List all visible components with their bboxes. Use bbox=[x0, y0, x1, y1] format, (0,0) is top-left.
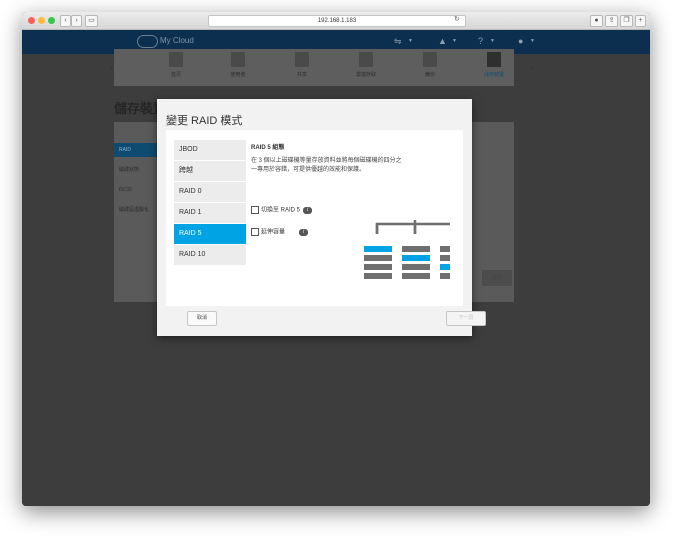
nav-item-home[interactable]: 首頁 bbox=[146, 52, 206, 78]
disk-1-data-block-2 bbox=[364, 264, 392, 270]
disk-2 bbox=[402, 246, 430, 279]
raid-option-raid10[interactable]: RAID 10 bbox=[174, 245, 246, 265]
nav-item-cloud-access[interactable]: 雲端存取 bbox=[336, 52, 396, 78]
raid-mode-list: JBOD 跨越 RAID 0 RAID 1 RAID 5 RAID 10 bbox=[174, 140, 246, 266]
nav-label-cloud-access: 雲端存取 bbox=[355, 72, 376, 78]
disk-2-parity-block bbox=[402, 255, 430, 261]
reload-icon[interactable]: ↻ bbox=[454, 15, 460, 23]
sidebar-toggle-icon[interactable]: ▭ bbox=[85, 15, 98, 27]
main-nav: ‹ 首頁 使用者 共享 雲端存取 備份 儲存裝置 › bbox=[110, 49, 533, 86]
storage-icon bbox=[487, 52, 501, 67]
share-icon[interactable]: ⇪ bbox=[605, 15, 618, 27]
nav-label-storage: 儲存裝置 bbox=[483, 72, 504, 78]
chevron-down-icon[interactable]: ▼ bbox=[490, 38, 495, 44]
disk-3-data-block-3 bbox=[440, 273, 450, 279]
forward-icon[interactable]: › bbox=[71, 15, 82, 27]
raid-option-raid0[interactable]: RAID 0 bbox=[174, 182, 246, 202]
sidebar-item-disk-status[interactable]: 磁碟狀態 bbox=[114, 163, 161, 177]
expand-capacity-checkbox[interactable] bbox=[251, 228, 259, 236]
downloads-icon[interactable]: ● bbox=[590, 15, 603, 27]
nav-label-shares: 共享 bbox=[296, 72, 307, 78]
nav-label-users: 使用者 bbox=[230, 72, 246, 78]
new-tab-icon[interactable]: + bbox=[635, 15, 646, 27]
chevron-down-icon[interactable]: ▼ bbox=[530, 38, 535, 44]
disk-3 bbox=[440, 246, 450, 279]
expand-capacity-label: 延伸容量 bbox=[261, 229, 286, 236]
switch-raid5-label: 切換至 RAID 5 bbox=[261, 207, 301, 214]
sidebar-item-volume-virtualization[interactable]: 磁碟區虛擬化 bbox=[114, 203, 161, 217]
sidebar-item-raid[interactable]: RAID bbox=[114, 143, 161, 157]
users-icon bbox=[231, 52, 245, 67]
modal-title: 變更 RAID 模式 bbox=[166, 115, 243, 127]
cloud-access-icon bbox=[359, 52, 373, 67]
address-bar[interactable]: 192.168.1.183 bbox=[208, 15, 466, 27]
info-icon[interactable]: i bbox=[303, 206, 313, 214]
help-icon[interactable]: ? bbox=[478, 36, 483, 46]
cancel-button[interactable]: 取消 bbox=[187, 311, 217, 326]
disk-2-data-block-2 bbox=[402, 264, 430, 270]
nav-item-backup[interactable]: 備份 bbox=[400, 52, 460, 78]
alert-icon[interactable]: ▲ bbox=[438, 36, 447, 46]
disk-1-parity-block bbox=[364, 246, 392, 252]
switch-raid5-checkbox[interactable] bbox=[251, 206, 259, 214]
disk-1 bbox=[364, 246, 392, 279]
raid-option-jbod[interactable]: JBOD bbox=[174, 140, 246, 160]
nav-item-shares[interactable]: 共享 bbox=[272, 52, 332, 78]
back-icon[interactable]: ‹ bbox=[60, 15, 71, 27]
settings-button[interactable]: 設定 bbox=[482, 270, 512, 286]
address-text: 192.168.1.183 bbox=[317, 18, 357, 24]
shares-icon bbox=[295, 52, 309, 67]
raid5-diagram bbox=[364, 220, 450, 279]
disk-3-data-block-2 bbox=[440, 255, 450, 261]
disk-1-data-block-1 bbox=[364, 255, 392, 261]
home-icon bbox=[169, 52, 183, 67]
nav-item-storage[interactable]: 儲存裝置 bbox=[464, 52, 524, 78]
raid-detail-title: RAID 5 組態 bbox=[251, 145, 285, 151]
info-icon[interactable]: i bbox=[299, 228, 309, 236]
raid-option-spanning[interactable]: 跨越 bbox=[174, 161, 246, 181]
cloud-logo-icon bbox=[137, 35, 158, 48]
browser-toolbar: ‹ › ▭ 192.168.1.183 ↻ ● ⇪ ❐ + bbox=[22, 12, 650, 30]
disk-2-data-block-1 bbox=[402, 246, 430, 252]
nav-item-users[interactable]: 使用者 bbox=[208, 52, 268, 78]
expand-capacity-option[interactable]: 延伸容量 i bbox=[251, 228, 309, 237]
disk-3-data-block-1 bbox=[440, 246, 450, 252]
switch-to-raid5-option[interactable]: 切換至 RAID 5i bbox=[251, 206, 313, 215]
next-button[interactable]: 下一頁 bbox=[446, 311, 486, 326]
raid-option-raid5[interactable]: RAID 5 bbox=[174, 224, 246, 244]
raid-detail-description: 在 3 個以上磁碟機等量存放資料並將每個磁碟機的四分之一專用於容錯，可提供優越的… bbox=[251, 158, 402, 173]
sidebar-item-iscsi[interactable]: iSCSI bbox=[114, 183, 161, 197]
nav-label-backup: 備份 bbox=[424, 72, 435, 78]
brand-name: My Cloud bbox=[160, 36, 194, 45]
disk-2-data-block-3 bbox=[402, 273, 430, 279]
disk-3-parity-block bbox=[440, 264, 450, 270]
tabs-icon[interactable]: ❐ bbox=[620, 15, 633, 27]
raid-option-raid1[interactable]: RAID 1 bbox=[174, 203, 246, 223]
backup-icon bbox=[423, 52, 437, 67]
minimize-window-button[interactable] bbox=[38, 17, 45, 24]
close-window-button[interactable] bbox=[28, 17, 35, 24]
disk-1-data-block-3 bbox=[364, 273, 392, 279]
connector-lines bbox=[375, 220, 450, 234]
chevron-down-icon[interactable]: ▼ bbox=[408, 38, 413, 44]
nav-left-arrow-icon[interactable]: ‹ bbox=[110, 63, 116, 73]
usb-icon[interactable]: ⇋ bbox=[394, 36, 402, 47]
user-icon[interactable]: ● bbox=[518, 36, 523, 46]
nav-right-arrow-icon[interactable]: › bbox=[530, 63, 536, 73]
nav-label-home: 首頁 bbox=[170, 72, 181, 78]
chevron-down-icon[interactable]: ▼ bbox=[452, 38, 457, 44]
zoom-window-button[interactable] bbox=[48, 17, 55, 24]
